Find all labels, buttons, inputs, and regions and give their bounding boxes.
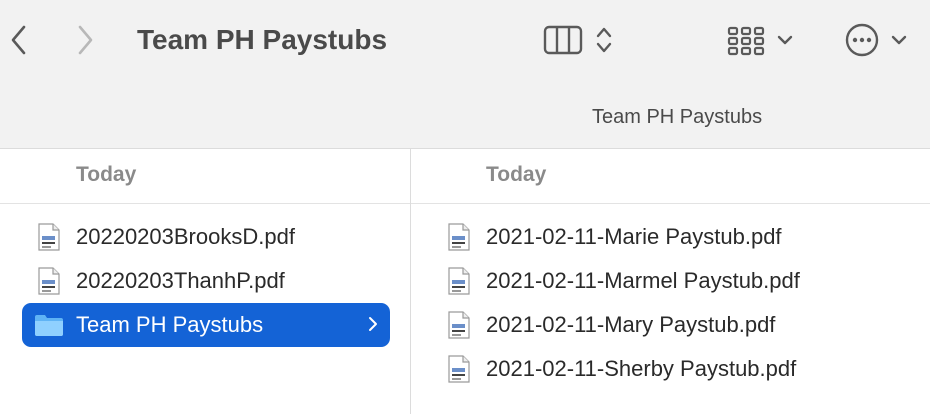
column-header: Today xyxy=(0,149,410,204)
file-item[interactable]: 2021-02-11-Mary Paystub.pdf xyxy=(411,303,911,347)
forward-button[interactable] xyxy=(68,20,104,60)
column-header-label: Today xyxy=(486,163,547,186)
action-menu-button[interactable] xyxy=(845,20,907,60)
up-down-chevron-icon xyxy=(596,27,612,53)
file-name: 2021-02-11-Mary Paystub.pdf xyxy=(486,312,776,337)
column-header-label: Today xyxy=(76,163,137,186)
file-list: 2021-02-11-Marie Paystub.pdf 2021-02-11-… xyxy=(411,204,930,391)
pdf-file-icon xyxy=(448,355,470,383)
pdf-file-icon xyxy=(38,223,60,251)
chevron-left-icon xyxy=(11,25,26,55)
chevron-down-icon xyxy=(777,35,793,45)
file-name: 2021-02-11-Marie Paystub.pdf xyxy=(486,224,782,249)
file-list: 20220203BrooksD.pdf 20220203ThanhP.pdf T… xyxy=(0,204,410,347)
file-item[interactable]: 2021-02-11-Marie Paystub.pdf xyxy=(411,215,911,259)
chevron-right-icon xyxy=(369,317,377,331)
group-by-button[interactable] xyxy=(727,20,793,60)
file-name: 20220203BrooksD.pdf xyxy=(76,224,295,249)
file-name: 2021-02-11-Marmel Paystub.pdf xyxy=(486,268,800,293)
column-header: Today xyxy=(411,149,930,204)
finder-window: Team PH Paystubs Team PH Paystubs Today … xyxy=(0,0,930,414)
view-mode-button[interactable] xyxy=(543,20,613,60)
folder-name: Team PH Paystubs xyxy=(76,312,264,337)
pdf-file-icon xyxy=(448,267,470,295)
chevron-right-icon xyxy=(78,25,93,55)
window-title: Team PH Paystubs xyxy=(137,24,388,55)
pdf-file-icon xyxy=(448,311,470,339)
browser-column-1: Today 20220203BrooksD.pdf 20220203ThanhP… xyxy=(0,149,411,414)
file-item[interactable]: 2021-02-11-Marmel Paystub.pdf xyxy=(411,259,911,303)
path-label: Team PH Paystubs xyxy=(592,106,763,128)
pdf-file-icon xyxy=(38,267,60,295)
toolbar: Team PH Paystubs Team PH Paystubs xyxy=(0,0,930,149)
pdf-file-icon xyxy=(448,223,470,251)
file-name: 20220203ThanhP.pdf xyxy=(76,268,285,293)
folder-item-selected[interactable]: Team PH Paystubs xyxy=(22,303,390,347)
file-item[interactable]: 2021-02-11-Sherby Paystub.pdf xyxy=(411,347,911,391)
ellipsis-circle-icon xyxy=(845,23,879,57)
browser-column-2: Today 2021-02-11-Marie Paystub.pdf 2021-… xyxy=(411,149,930,414)
chevron-down-icon xyxy=(891,35,907,45)
columns-view-icon xyxy=(543,25,583,55)
file-item[interactable]: 20220203BrooksD.pdf xyxy=(22,215,390,259)
folder-icon xyxy=(35,315,63,336)
grid-group-icon xyxy=(727,26,765,56)
file-item[interactable]: 20220203ThanhP.pdf xyxy=(22,259,390,303)
back-button[interactable] xyxy=(0,20,36,60)
file-name: 2021-02-11-Sherby Paystub.pdf xyxy=(486,356,797,381)
